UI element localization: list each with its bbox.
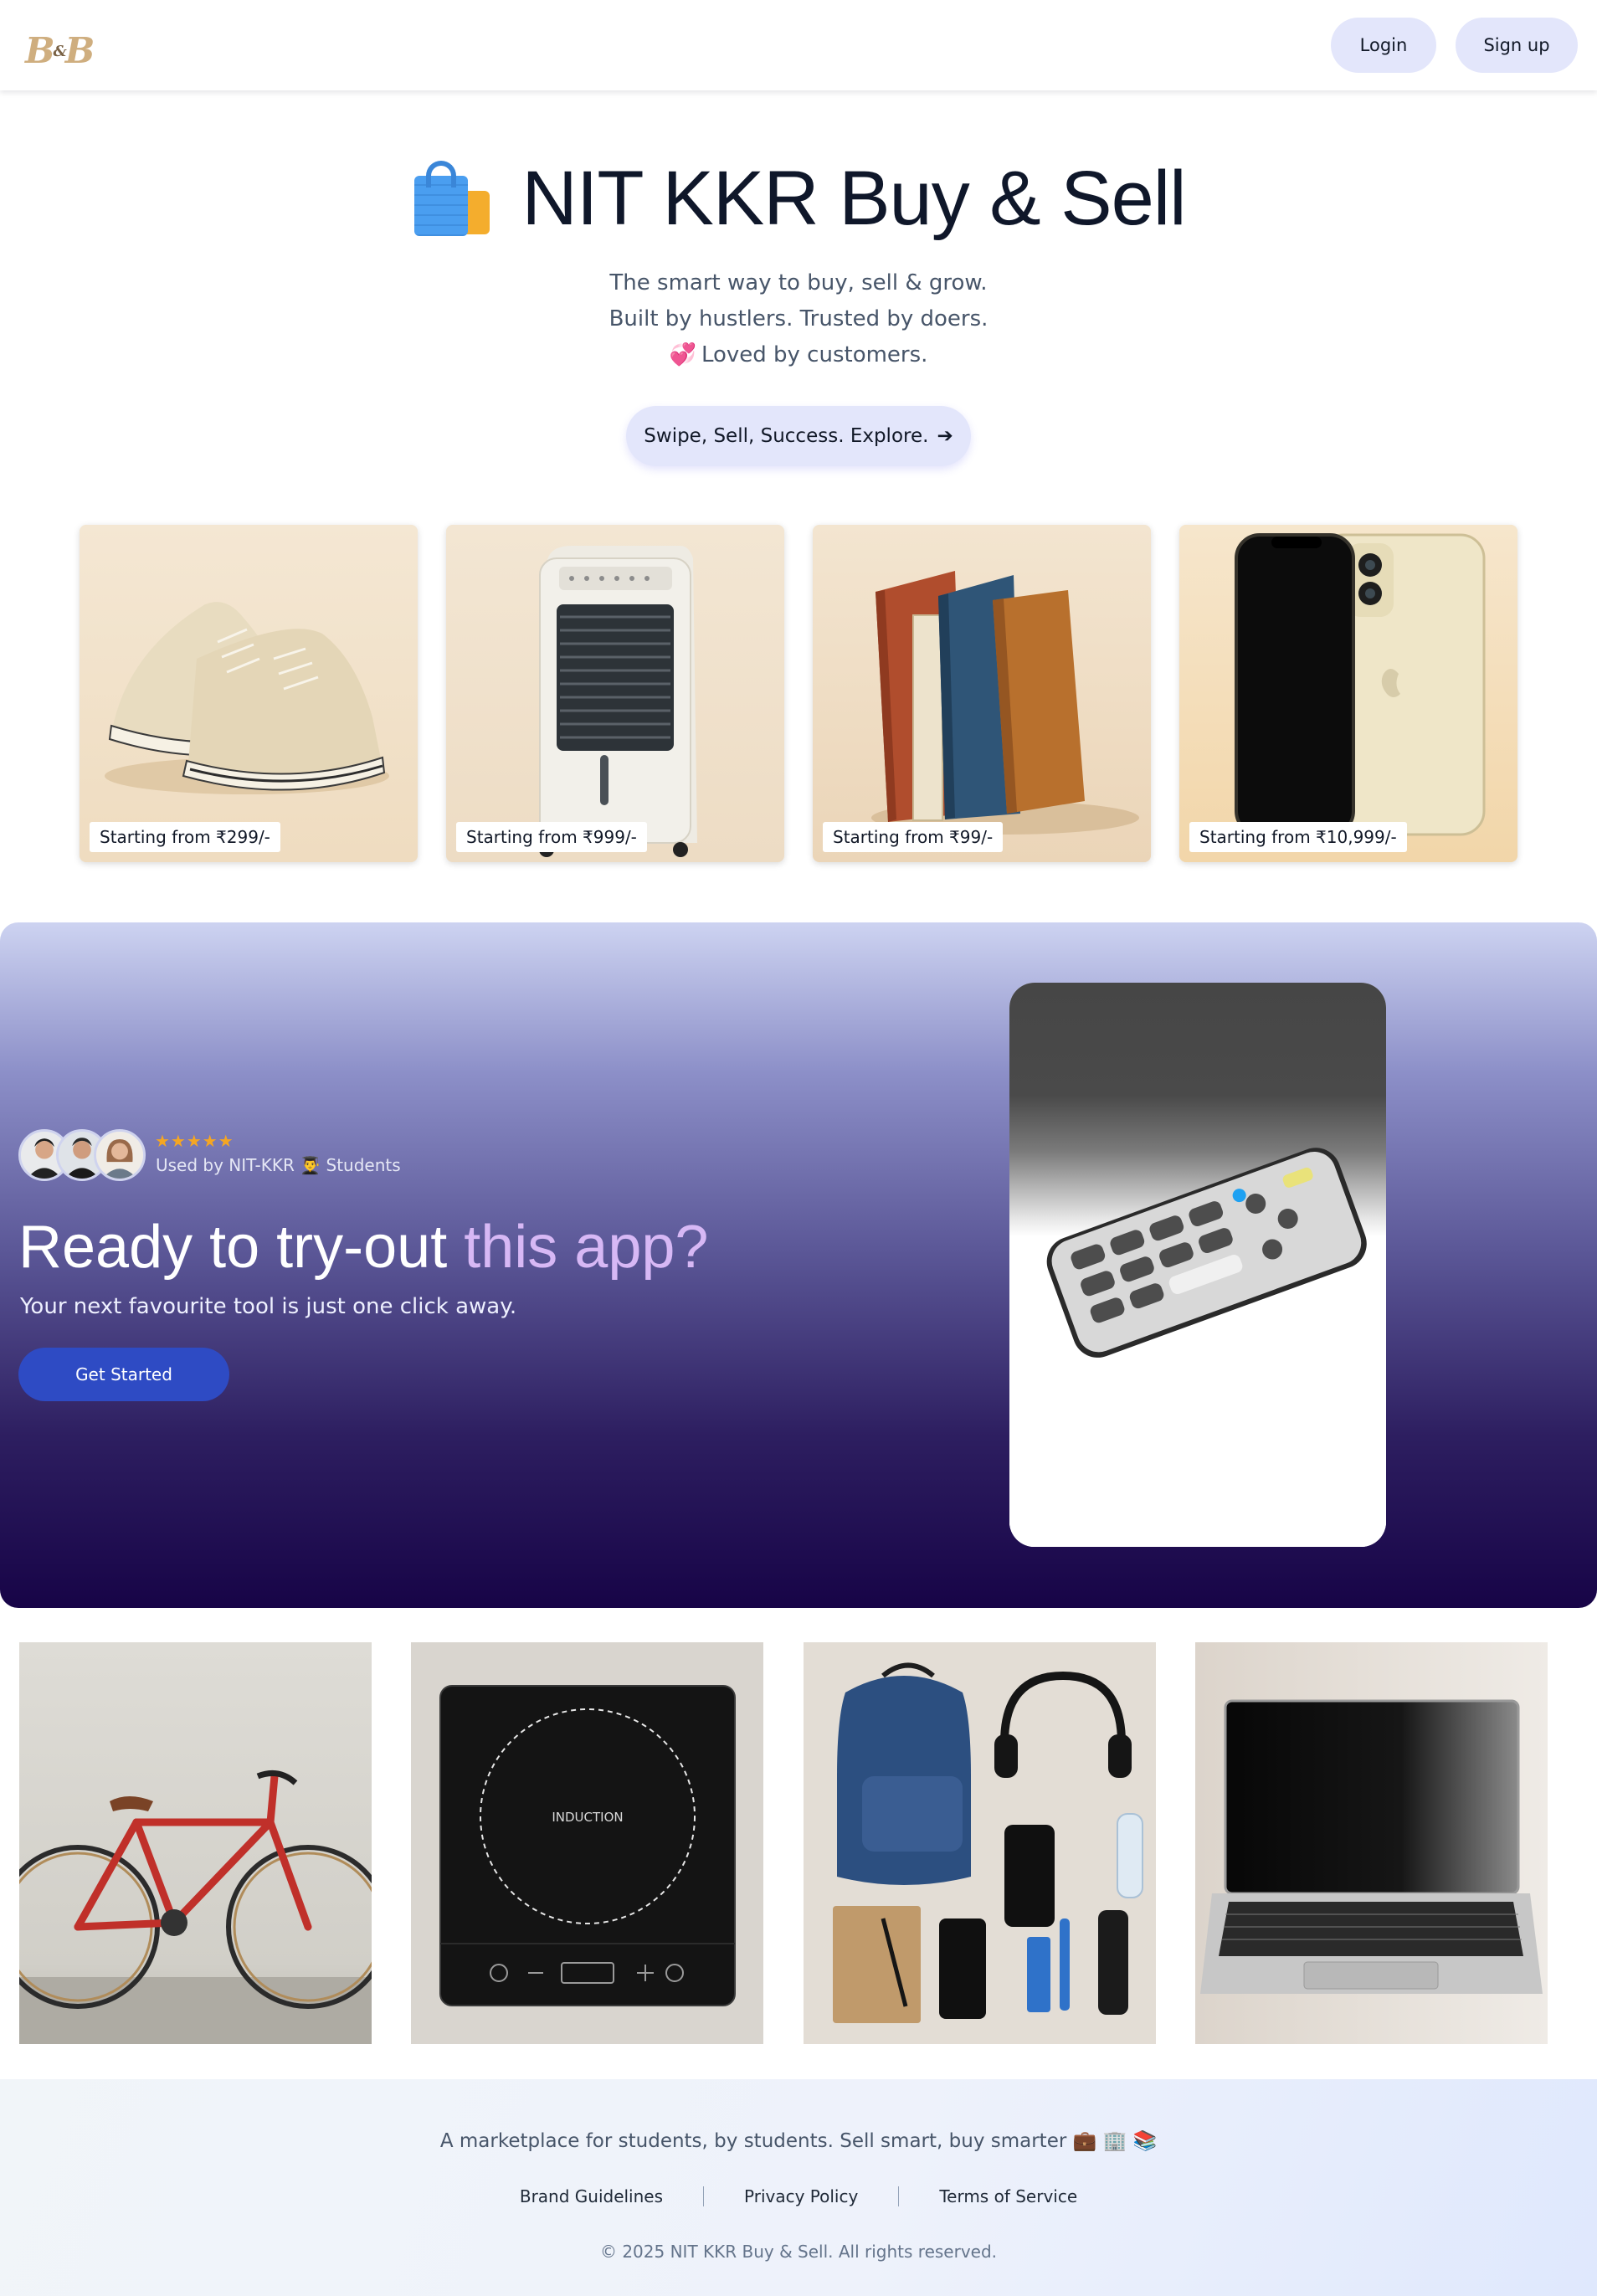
promo-heading-main: Ready to try-out <box>18 1214 465 1281</box>
price-tag: Starting from ₹10,999/- <box>1189 822 1407 852</box>
site-footer: A marketplace for students, by students.… <box>0 2079 1597 2296</box>
terms-of-service-link[interactable]: Terms of Service <box>899 2186 1117 2206</box>
iphone-image <box>1179 525 1517 862</box>
explore-button-label: Swipe, Sell, Success. Explore. <box>644 425 929 447</box>
price-tag: Starting from ₹99/- <box>823 822 1004 852</box>
get-started-button[interactable]: Get Started <box>18 1348 229 1401</box>
air-cooler-image <box>446 525 784 862</box>
induction-label: INDUCTION <box>552 1810 623 1825</box>
gallery-student-essentials[interactable] <box>804 1642 1156 2044</box>
footer-links: Brand Guidelines Privacy Policy Terms of… <box>0 2186 1597 2206</box>
books-image <box>813 525 1151 862</box>
copyright-text: © 2025 NIT KKR Buy & Sell. All rights re… <box>599 2242 998 2262</box>
product-card-air-cooler[interactable]: Starting from ₹999/- <box>446 525 784 862</box>
signup-button[interactable]: Sign up <box>1456 18 1578 73</box>
promo-heading-accent: this app? <box>464 1214 709 1281</box>
hero-tagline-line-1: The smart way to buy, sell & grow. <box>609 270 988 295</box>
hero-tagline-line-3: 💞 Loved by customers. <box>0 342 1597 367</box>
promo-subtitle: Your next favourite tool is just one cli… <box>20 1294 517 1319</box>
price-tag: Starting from ₹999/- <box>456 822 647 852</box>
product-card-books[interactable]: Starting from ₹99/- <box>813 525 1151 862</box>
gallery-bicycle[interactable] <box>19 1642 372 2044</box>
shopping-bags-icon <box>411 159 491 239</box>
avatar <box>94 1129 146 1181</box>
top-nav: B & B Login Sign up <box>0 0 1597 90</box>
explore-button[interactable]: Swipe, Sell, Success. Explore. ➔ <box>626 406 971 466</box>
logo-letter-b: B <box>64 30 95 71</box>
laptop-image <box>1195 1642 1548 2044</box>
app-preview-image <box>1009 983 1386 1547</box>
footer-tagline: A marketplace for students, by students.… <box>439 2130 1158 2152</box>
student-essentials-image <box>804 1642 1156 2044</box>
rating-stars: ★★★★★ <box>155 1131 234 1151</box>
brand-guidelines-link[interactable]: Brand Guidelines <box>480 2186 703 2206</box>
product-card-iphone[interactable]: Starting from ₹10,999/- <box>1179 525 1517 862</box>
price-tag: Starting from ₹299/- <box>90 822 280 852</box>
brand-logo[interactable]: B & B <box>25 18 95 69</box>
induction-cooktop-image: INDUCTION <box>411 1642 763 2044</box>
hero-tagline-text: Loved by customers. <box>701 342 928 367</box>
hero-tagline-line-2: Built by hustlers. Trusted by doers. <box>609 306 988 331</box>
gallery-laptop[interactable] <box>1195 1642 1548 2044</box>
gallery-induction[interactable]: INDUCTION <box>411 1642 763 2044</box>
bicycle-image <box>19 1642 372 2044</box>
app-promo-section: ★★★★★ Used by NIT-KKR 👨‍🎓 Students Ready… <box>0 922 1597 1608</box>
page-title: NIT KKR Buy & Sell <box>521 156 1186 241</box>
privacy-policy-link[interactable]: Privacy Policy <box>704 2186 898 2206</box>
login-button[interactable]: Login <box>1331 18 1436 73</box>
hearts-icon: 💞 <box>669 342 696 367</box>
promo-heading: Ready to try-out this app? <box>18 1213 708 1282</box>
hero-heading: NIT KKR Buy & Sell <box>0 155 1597 243</box>
logo-letter-b: B <box>25 30 55 71</box>
sneakers-image <box>80 525 418 862</box>
product-card-sneakers[interactable]: Starting from ₹299/- <box>80 525 418 862</box>
arrow-right-icon: ➔ <box>937 425 953 447</box>
used-by-text: Used by NIT-KKR 👨‍🎓 Students <box>156 1155 401 1175</box>
